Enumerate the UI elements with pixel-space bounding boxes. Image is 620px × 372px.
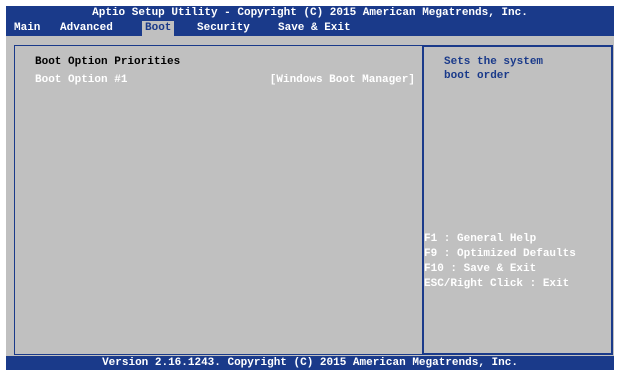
bios-screen: Aptio Setup Utility - Copyright (C) 2015… (6, 6, 614, 370)
key-exit: ESC/Right Click : Exit (424, 278, 570, 290)
boot-option-1-row[interactable]: Boot Option #1 [Windows Boot Manager] (35, 74, 415, 89)
help-description-line: Sets the system (444, 56, 544, 68)
tab-main[interactable]: Main (11, 21, 43, 36)
main-panel: Boot Option Priorities Boot Option #1 [W… (14, 45, 423, 355)
option-value[interactable]: [Windows Boot Manager] (270, 74, 415, 86)
help-description: Sets the system boot order (444, 55, 604, 83)
tab-security[interactable]: Security (194, 21, 253, 36)
key-help: F1 : General Help (424, 233, 537, 245)
option-label: Boot Option #1 (35, 74, 128, 86)
tab-save-exit[interactable]: Save & Exit (275, 21, 354, 36)
help-panel: Sets the system boot order F1 : General … (423, 45, 613, 355)
key-defaults: F9 : Optimized Defaults (424, 248, 576, 260)
tab-bar: Main Advanced Boot Security Save & Exit (6, 21, 614, 36)
footer: Version 2.16.1243. Copyright (C) 2015 Am… (6, 356, 614, 370)
key-legend: F1 : General Help F9 : Optimized Default… (424, 232, 610, 292)
title-bar: Aptio Setup Utility - Copyright (C) 2015… (6, 6, 614, 21)
section-title: Boot Option Priorities (35, 56, 181, 68)
tab-advanced[interactable]: Advanced (57, 21, 116, 36)
tab-boot[interactable]: Boot (142, 21, 175, 36)
key-save-exit: F10 : Save & Exit (424, 263, 537, 275)
help-description-line: boot order (444, 70, 511, 82)
